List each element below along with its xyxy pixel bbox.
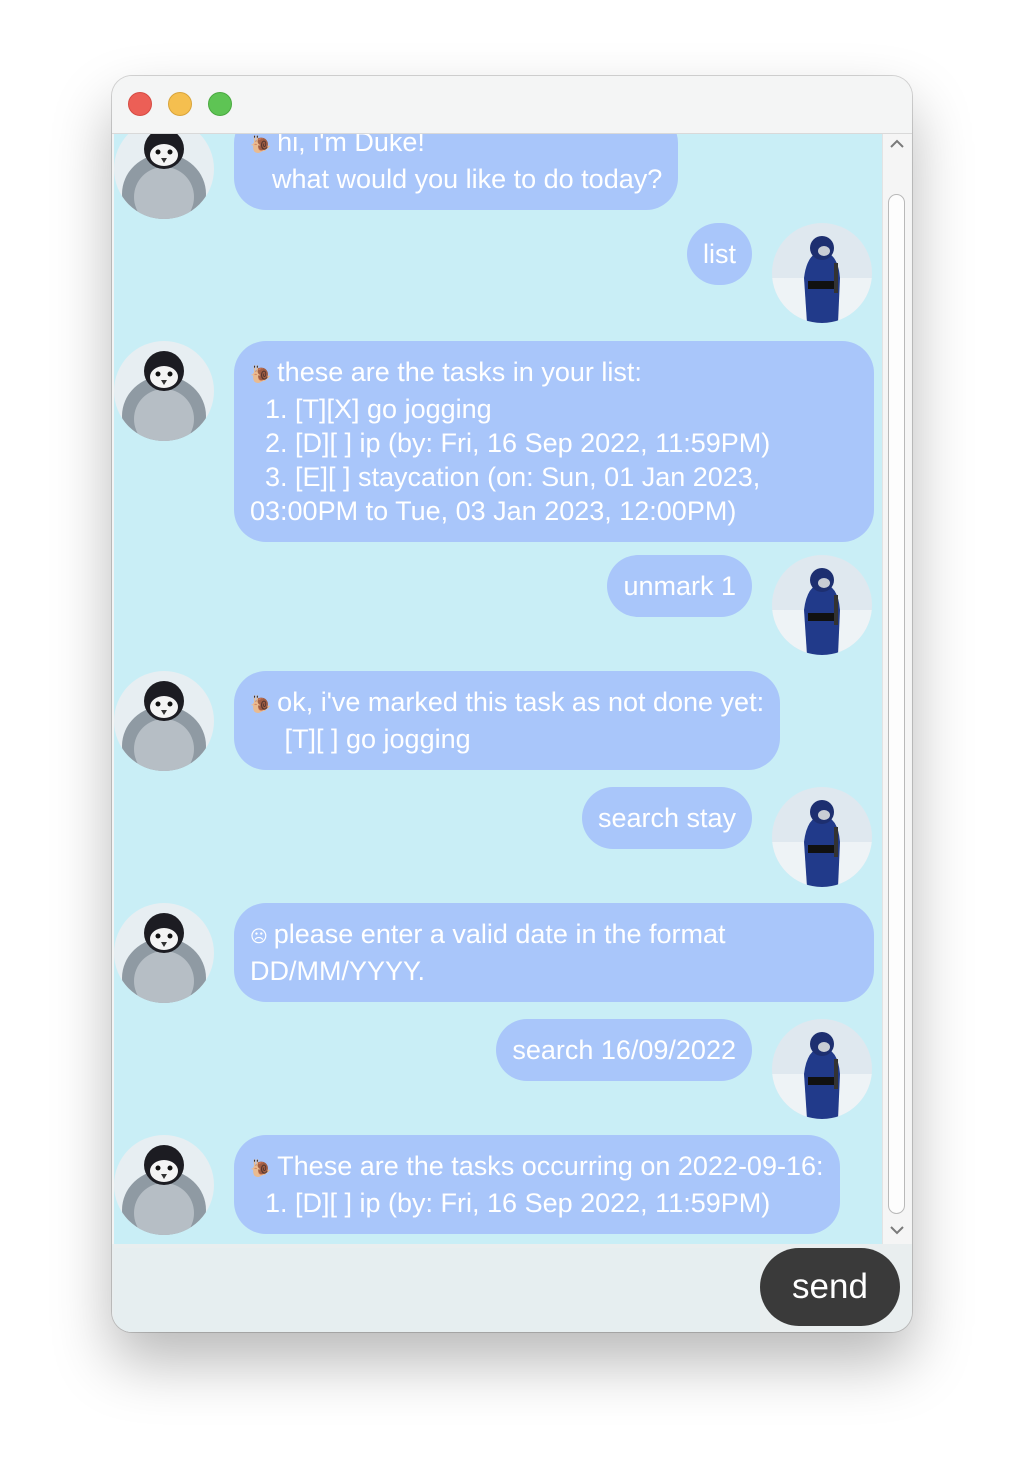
penguin-avatar (114, 671, 214, 771)
bot-message-bubble: 🐌 These are the tasks occurring on 2022-0… (234, 1135, 840, 1234)
app-window: 🐌 hi, i'm Duke! what would you like to do… (112, 76, 912, 1332)
send-button[interactable]: send (760, 1248, 900, 1326)
title-bar (112, 76, 912, 134)
message-line: 2. [D][ ] ip (by: Fri, 16 Sep 2022, 11:5… (250, 428, 771, 458)
message-input[interactable] (114, 1248, 760, 1332)
message-line: these are the tasks in your list: (277, 357, 642, 387)
user-message-bubble: search stay (581, 787, 752, 849)
message-line: These are the tasks occurring on 2022-09… (277, 1151, 824, 1181)
message-line: DD/MM/YYYY. (250, 956, 426, 986)
user-message-bubble: list (687, 223, 752, 285)
penguin-avatar (114, 903, 214, 1003)
message-line: 1. [T][X] go jogging (250, 394, 492, 424)
user-avatar (772, 555, 872, 655)
vertical-scrollbar[interactable] (882, 134, 911, 1244)
user-avatar (772, 787, 872, 887)
scroll-up-arrow-icon[interactable] (883, 134, 911, 158)
scroll-down-arrow-icon[interactable] (883, 1220, 911, 1244)
zoom-window-button[interactable] (208, 92, 232, 116)
user-message-bubble: search 16/09/2022 (496, 1019, 752, 1081)
message-line: [T][ ] go jogging (262, 724, 471, 754)
message-line: 3. [E][ ] staycation (on: Sun, 01 Jan 20… (250, 462, 761, 492)
snail-icon: 🐌 (250, 365, 272, 384)
bot-message-bubble: 🐌 these are the tasks in your list: 1. [T… (234, 341, 874, 542)
snail-icon: 🐌 (250, 1159, 272, 1178)
chat-viewport[interactable]: 🐌 hi, i'm Duke! what would you like to do… (114, 134, 882, 1244)
user-message-bubble: unmark 1 (607, 555, 752, 617)
message-line: hi, i'm Duke! (277, 134, 425, 157)
bot-message-bubble: 🐌 hi, i'm Duke! what would you like to do… (234, 134, 679, 210)
message-line: 03:00PM to Tue, 03 Jan 2023, 12:00PM) (250, 496, 737, 526)
bot-message-bubble: 🐌 ok, i've marked this task as not done y… (234, 671, 781, 770)
penguin-avatar (114, 134, 214, 219)
input-bar: send (112, 1244, 912, 1332)
close-window-button[interactable] (128, 92, 152, 116)
snail-icon: 🐌 (250, 135, 272, 154)
minimize-window-button[interactable] (168, 92, 192, 116)
message-line: please enter a valid date in the format (273, 919, 726, 949)
user-avatar (772, 1019, 872, 1119)
penguin-avatar (114, 341, 214, 441)
user-avatar (772, 223, 872, 323)
sad-face-icon: ☹ (250, 927, 268, 946)
scrollbar-thumb[interactable] (888, 194, 905, 1214)
message-line: 1. [D][ ] ip (by: Fri, 16 Sep 2022, 11:5… (250, 1188, 771, 1218)
snail-icon: 🐌 (250, 695, 272, 714)
message-line: ok, i've marked this task as not done ye… (277, 687, 765, 717)
bot-message-bubble: ☹ please enter a valid date in the format… (234, 903, 874, 1002)
penguin-avatar (114, 1135, 214, 1235)
message-line: what would you like to do today? (272, 164, 663, 194)
